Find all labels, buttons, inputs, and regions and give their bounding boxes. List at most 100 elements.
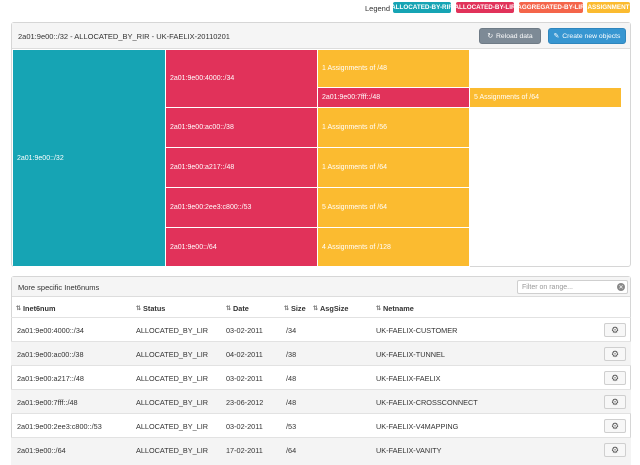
column-header-status[interactable]: ⇅ Status	[136, 304, 165, 313]
column-header-label: AsgSize	[320, 304, 349, 313]
treemap-node-assignment[interactable]: 1 Assignments of /64	[318, 148, 470, 188]
gear-icon[interactable]: ⚙	[604, 371, 626, 385]
column-header-netname[interactable]: ⇅ Netname	[376, 304, 414, 313]
inet6nums-panel-header: More specific Inet6nums Filter on range.…	[12, 277, 630, 297]
cell-status: ALLOCATED_BY_LIR	[136, 350, 209, 359]
treemap-node-label: 1 Assignments of /64	[322, 164, 387, 171]
sort-icon: ⇅	[284, 306, 290, 312]
sort-icon: ⇅	[226, 306, 232, 312]
gear-icon[interactable]: ⚙	[604, 419, 626, 433]
create-new-objects-label: Create new objects	[562, 32, 621, 40]
table-row: 2a01:9e00:a217::/48 ALLOCATED_BY_LIR 03-…	[11, 365, 631, 389]
treemap-node-label: 1 Assignments of /48	[322, 65, 387, 72]
cell-status: ALLOCATED_BY_LIR	[136, 446, 209, 455]
treemap-node-lir[interactable]: 2a01:9e00:ac00::/38	[166, 108, 318, 148]
treemap-node-assignment[interactable]: 5 Assignments of /64	[318, 188, 470, 228]
gear-icon[interactable]: ⚙	[604, 347, 626, 361]
reload-data-label: Reload data	[496, 32, 533, 40]
cell-inet6num[interactable]: 2a01:9e00:2ee3:c800::/53	[17, 422, 102, 431]
column-header-inet6num[interactable]: ⇅ Inet6num	[16, 304, 55, 313]
column-header-size[interactable]: ⇅ Size	[284, 304, 306, 313]
sort-icon: ⇅	[136, 306, 142, 312]
legend-badge-aggregated-by-lir: AGGREGATED-BY-LIR	[517, 2, 585, 13]
legend-badge-allocated-by-lir: ALLOCATED-BY-LIR	[454, 2, 516, 13]
gear-icon[interactable]: ⚙	[604, 395, 626, 409]
column-header-date[interactable]: ⇅ Date	[226, 304, 249, 313]
cell-netname: UK-FAELIX-CROSSCONNECT	[376, 398, 478, 407]
column-header-label: Size	[291, 304, 306, 313]
cell-size: /48	[286, 398, 297, 407]
cell-netname: UK-FAELIX-CUSTOMER	[376, 326, 458, 335]
cell-size: /34	[286, 326, 297, 335]
sort-icon: ⇅	[376, 306, 382, 312]
treemap-node-assignment[interactable]: 1 Assignments of /48	[318, 50, 470, 88]
cell-status: ALLOCATED_BY_LIR	[136, 398, 209, 407]
cell-inet6num[interactable]: 2a01:9e00:4000::/34	[17, 326, 84, 335]
cell-size: /38	[286, 350, 297, 359]
column-header-asgsize[interactable]: ⇅ AsgSize	[313, 304, 348, 313]
table-title: More specific Inet6nums	[18, 283, 100, 292]
treemap-node-label: 1 Assignments of /56	[322, 124, 387, 131]
treemap-node-assignment[interactable]: 1 Assignments of /56	[318, 108, 470, 148]
cell-netname: UK-FAELIX-VANITY	[376, 446, 442, 455]
legend-badge-allocated-by-rir: ALLOCATED-BY-RIR	[391, 2, 453, 13]
treemap-node-label: 2a01:9e00:a217::/48	[170, 164, 235, 171]
cell-status: ALLOCATED_BY_LIR	[136, 374, 209, 383]
table-row: 2a01:9e00:4000::/34 ALLOCATED_BY_LIR 03-…	[11, 317, 631, 341]
cell-netname: UK-FAELIX-V4MAPPING	[376, 422, 459, 431]
column-header-label: Date	[233, 304, 249, 313]
treemap-node-assignment[interactable]: 4 Assignments of /128	[318, 228, 470, 267]
table-row: 2a01:9e00:2ee3:c800::/53 ALLOCATED_BY_LI…	[11, 413, 631, 437]
refresh-icon: ↻	[487, 33, 494, 40]
treemap-node-label: 2a01:9e00::/32	[17, 154, 64, 162]
cell-date: 03-02-2011	[226, 326, 263, 335]
treemap-node-lir[interactable]: 2a01:9e00:a217::/48	[166, 148, 318, 188]
treemap-node-label: 2a01:9e00:ac00::/38	[170, 124, 234, 131]
table-row: 2a01:9e00:7fff::/48 ALLOCATED_BY_LIR 23-…	[11, 389, 631, 413]
table-row: 2a01:9e00:ac00::/38 ALLOCATED_BY_LIR 04-…	[11, 341, 631, 365]
legend-label: Legend	[365, 4, 391, 13]
edit-icon: ✎	[553, 33, 560, 40]
filter-range-input[interactable]: Filter on range...	[517, 280, 628, 294]
cell-netname: UK-FAELIX-FAELIX	[376, 374, 441, 383]
table-row: 2a01:9e00::/64 ALLOCATED_BY_LIR 17-02-20…	[11, 437, 631, 465]
column-header-label: Netname	[383, 304, 414, 313]
cell-date: 03-02-2011	[226, 374, 263, 383]
treemap-node-label: 5 Assignments of /64	[322, 204, 387, 211]
cell-status: ALLOCATED_BY_LIR	[136, 422, 209, 431]
column-header-label: Status	[143, 304, 166, 313]
close-icon[interactable]: ✕	[617, 283, 625, 291]
legend-badge-assignment: ASSIGNMENT	[587, 2, 630, 13]
cell-inet6num[interactable]: 2a01:9e00:a217::/48	[17, 374, 84, 383]
cell-netname: UK-FAELIX-TUNNEL	[376, 350, 445, 359]
cell-status: ALLOCATED_BY_LIR	[136, 326, 209, 335]
treemap-node-label: 2a01:9e00::/64	[170, 243, 217, 251]
cell-date: 04-02-2011	[226, 350, 263, 359]
treemap-node-lir[interactable]: 2a01:9e00::/64	[166, 228, 318, 267]
treemap-node-lir[interactable]: 2a01:9e00:2ee3:c800::/53	[166, 188, 318, 228]
treemap-node-label: 4 Assignments of /128	[322, 243, 391, 251]
cell-size: /48	[286, 374, 297, 383]
column-header-label: Inet6num	[23, 304, 56, 313]
cell-date: 17-02-2011	[226, 446, 263, 455]
cell-date: 23-06-2012	[226, 398, 264, 407]
cell-date: 03-02-2011	[226, 422, 263, 431]
filter-placeholder: Filter on range...	[522, 283, 573, 291]
cell-inet6num[interactable]: 2a01:9e00:ac00::/38	[17, 350, 84, 359]
create-new-objects-button[interactable]: ✎ Create new objects	[548, 28, 626, 44]
cell-inet6num[interactable]: 2a01:9e00:7fff::/48	[17, 398, 78, 407]
gear-icon[interactable]: ⚙	[604, 443, 626, 457]
cell-inet6num[interactable]: 2a01:9e00::/64	[17, 446, 66, 455]
treemap-node-rir[interactable]: 2a01:9e00::/32	[13, 50, 166, 267]
treemap-node-lir[interactable]: 2a01:9e00:7fff::/48	[318, 88, 470, 108]
cell-size: /64	[286, 446, 297, 455]
object-title: 2a01:9e00::/32 - ALLOCATED_BY_RIR - UK-F…	[18, 32, 230, 41]
treemap-node-lir[interactable]: 2a01:9e00:4000::/34	[166, 50, 318, 108]
cell-size: /53	[286, 422, 297, 431]
treemap-node-assignment[interactable]: 5 Assignments of /64	[470, 88, 622, 108]
sort-icon: ⇅	[16, 306, 22, 312]
reload-data-button[interactable]: ↻ Reload data	[479, 28, 541, 44]
treemap-node-label: 2a01:9e00:4000::/34	[170, 75, 235, 82]
treemap-node-label: 5 Assignments of /64	[474, 94, 539, 101]
gear-icon[interactable]: ⚙	[604, 323, 626, 337]
